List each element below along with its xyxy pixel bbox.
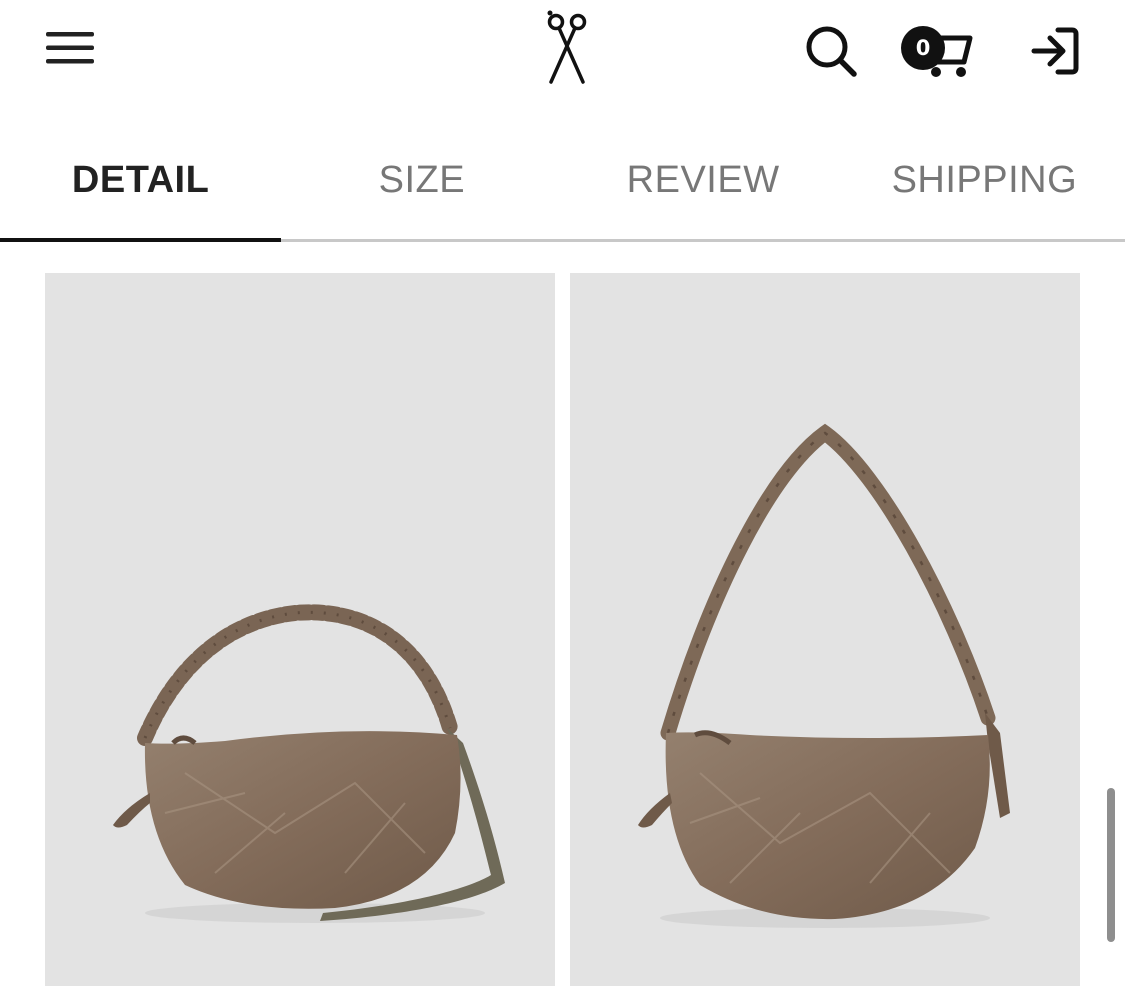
vertical-scrollbar[interactable] (1107, 788, 1115, 942)
tab-shipping[interactable]: SHIPPING (844, 130, 1125, 239)
search-button[interactable] (800, 20, 862, 82)
login-arrow-icon (1031, 27, 1079, 75)
product-photo[interactable] (45, 273, 555, 986)
scissors-logo-icon (547, 10, 587, 84)
home-logo[interactable] (532, 8, 602, 88)
login-button[interactable] (1024, 20, 1086, 82)
hamburger-menu-icon (46, 32, 94, 64)
cart-button[interactable]: 0 (894, 16, 978, 82)
bag-shoulder-strap-illustration (638, 423, 1010, 928)
search-icon (806, 26, 857, 77)
tab-review[interactable]: REVIEW (563, 130, 844, 239)
product-photo[interactable] (570, 273, 1080, 986)
menu-button[interactable] (40, 20, 100, 76)
bag-ruched-handle-illustration (113, 604, 505, 923)
cart-count-badge: 0 (901, 26, 945, 70)
product-image-gallery (45, 273, 1081, 986)
tab-detail[interactable]: DETAIL (0, 130, 282, 242)
product-tabs: DETAIL SIZE REVIEW SHIPPING (0, 130, 1125, 242)
tab-size[interactable]: SIZE (281, 130, 562, 239)
top-header: 0 (0, 0, 1125, 110)
